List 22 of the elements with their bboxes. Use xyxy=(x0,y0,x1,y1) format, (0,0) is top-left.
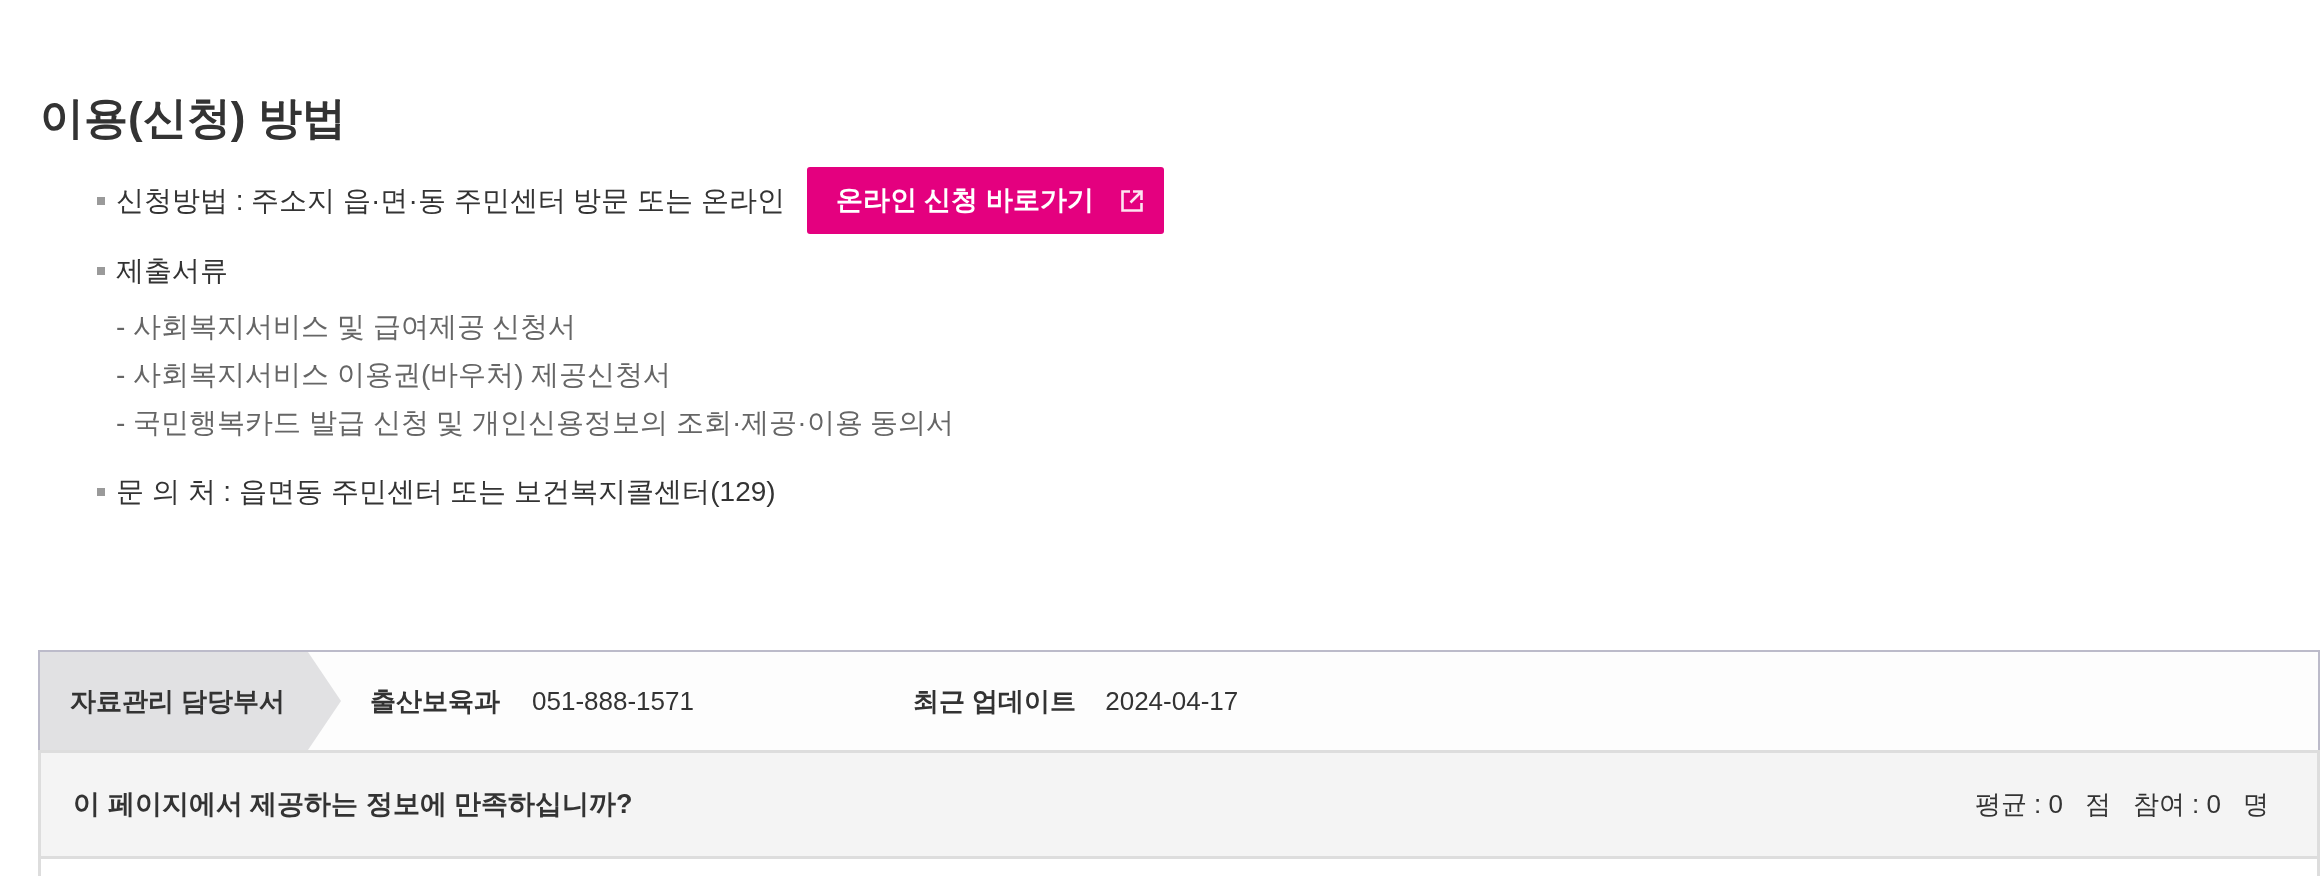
department-label: 자료관리 담당부서 xyxy=(40,652,341,750)
update-label: 최근 업데이트 xyxy=(913,684,1077,718)
square-bullet-icon xyxy=(97,267,105,275)
rating-stat: 평균 : 0 xyxy=(1974,788,2063,821)
external-link-icon xyxy=(1119,188,1144,213)
list-item-text: 문 의 처 : 읍면동 주민센터 또는 보건복지콜센터(129) xyxy=(116,475,776,509)
square-bullet-icon xyxy=(97,196,105,205)
sub-list-item: - 사회복지서비스 이용권(바우처) 제공신청서 xyxy=(116,358,673,392)
phone-number: 051-888-1571 xyxy=(532,684,694,718)
sub-list-item: - 국민행복카드 발급 신청 및 개인신용정보의 조회·제공·이용 동의서 xyxy=(116,406,956,440)
department-name: 출산보육과 xyxy=(370,684,500,718)
sub-list-item: - 사회복지서비스 및 급여제공 신청서 xyxy=(116,310,578,344)
stat-unit: 명 xyxy=(2243,788,2269,821)
survey-question: 이 페이지에서 제공하는 정보에 만족하십니까? xyxy=(73,788,633,822)
square-bullet-icon xyxy=(97,488,105,496)
list-item-text: 신청방법 : 주소지 읍·면·동 주민센터 방문 또는 온라인 xyxy=(116,183,785,218)
section-title: 이용(신청) 방법 xyxy=(40,94,347,142)
list-item-text: 제출서류 xyxy=(116,254,228,288)
update-date: 2024-04-17 xyxy=(1105,684,1239,718)
stat-unit: 점 xyxy=(2084,788,2111,821)
rating-stat: 참여 : 0 xyxy=(2132,788,2221,821)
online-apply-button[interactable]: 온라인 신청 바로가기 xyxy=(806,167,1164,234)
